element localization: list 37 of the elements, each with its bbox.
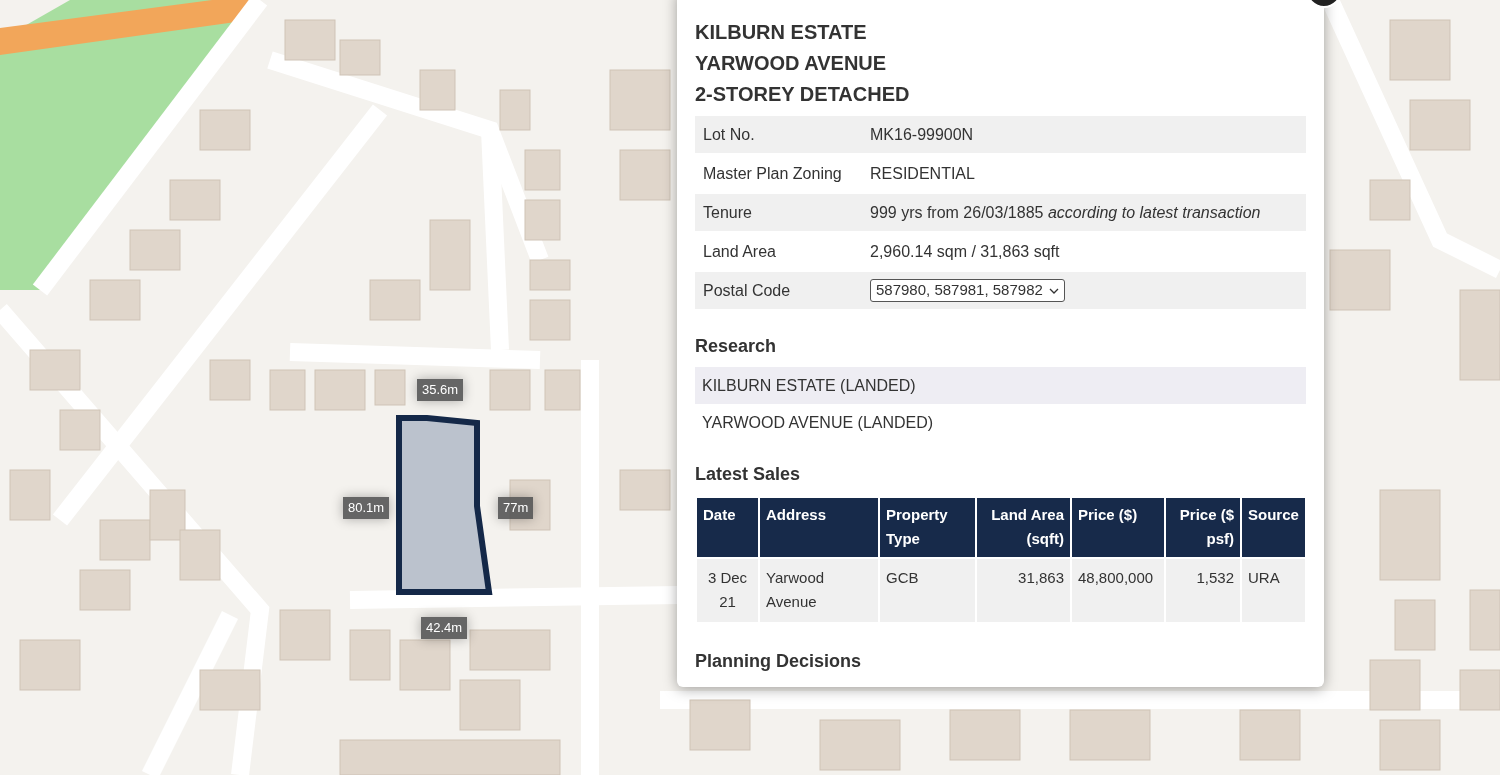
table-cell: 3 Dec 21	[696, 558, 759, 623]
detail-label: Tenure	[702, 202, 753, 223]
table-cell: GCB	[879, 558, 976, 623]
measurement-label: 80.1m	[343, 497, 390, 519]
popup-title: 2-STOREY DETACHED	[695, 82, 911, 107]
column-header: Source	[1241, 497, 1306, 558]
detail-value: MK16-99900N	[870, 124, 974, 145]
detail-value: 2,960.14 sqm / 31,863 sqft	[870, 241, 1060, 262]
measurement-label: 35.6m	[417, 379, 464, 401]
lot-outline[interactable]	[395, 414, 494, 596]
table-cell: 31,863	[976, 558, 1071, 623]
table-cell: 1,532	[1165, 558, 1241, 623]
column-header: Price ($)	[1071, 497, 1165, 558]
column-header: Property Type	[879, 497, 976, 558]
column-header: Address	[759, 497, 879, 558]
column-header: Price ($ psf)	[1165, 497, 1241, 558]
column-header: Land Area (sqft)	[976, 497, 1071, 558]
popup-title: YARWOOD AVENUE	[695, 51, 888, 76]
detail-label: Master Plan Zoning	[702, 163, 843, 184]
detail-label: Land Area	[702, 241, 777, 262]
measurement-label: 42.4m	[421, 617, 468, 639]
section-heading: Research	[695, 335, 778, 358]
popup-title: KILBURN ESTATE	[695, 20, 868, 45]
detail-value: 999 yrs from 26/03/1885 according to latest transaction	[870, 202, 1261, 223]
table-cell: URA	[1241, 558, 1306, 623]
detail-label: Lot No.	[702, 124, 756, 145]
section-heading: Latest Sales	[695, 463, 802, 486]
postal-code-select[interactable]: 587980, 587981, 587982	[870, 279, 1065, 302]
measurement-label: 77m	[498, 497, 534, 519]
table-cell: Yarwood Avenue	[759, 558, 879, 623]
detail-value: RESIDENTIAL	[870, 163, 975, 184]
chevron-down-icon	[1048, 287, 1059, 294]
section-heading: Planning Decisions	[695, 650, 863, 673]
column-header: Date	[696, 497, 759, 558]
detail-label: Postal Code	[702, 280, 792, 301]
table-cell: 48,800,000	[1071, 558, 1165, 623]
research-link[interactable]: KILBURN ESTATE (LANDED)	[695, 367, 1306, 404]
